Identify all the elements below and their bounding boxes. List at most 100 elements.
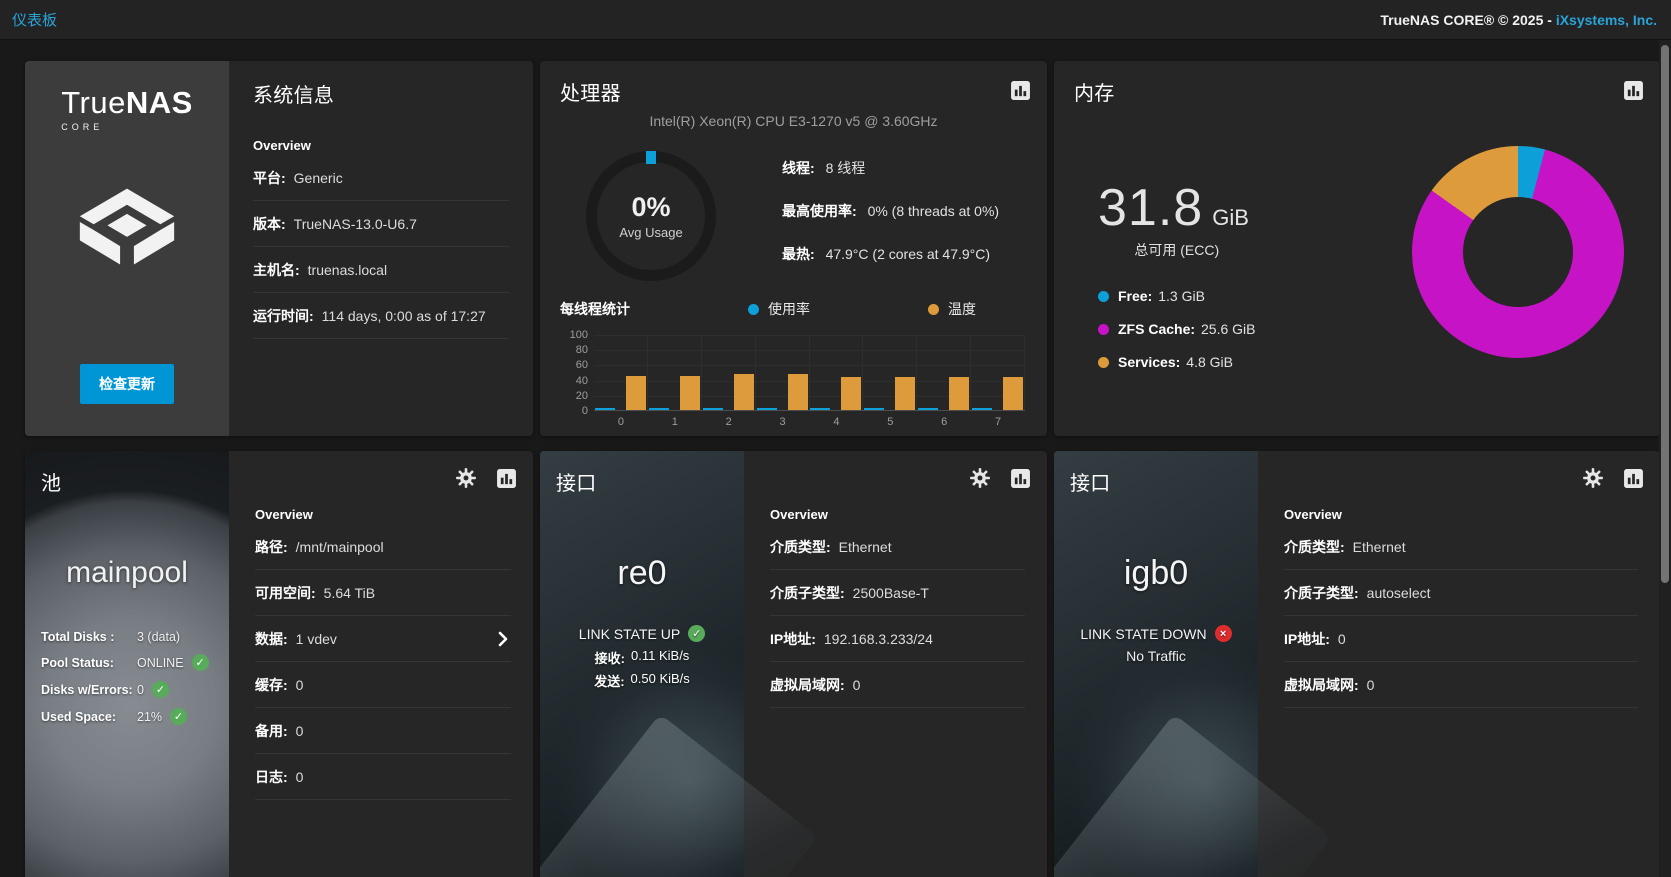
cpu-chart-plot <box>594 335 1025 411</box>
bar-温度-thread-1 <box>679 375 700 410</box>
legend-usage-label: 使用率 <box>768 301 810 317</box>
igb0-name: igb0 <box>1123 554 1189 592</box>
chevron-right-icon[interactable] <box>495 631 511 647</box>
copyright-label: TrueNAS CORE® © 2025 - <box>1380 11 1556 28</box>
thread-0-bars <box>594 335 648 410</box>
pool-row-path: 路径: /mnt/mainpool <box>255 524 511 570</box>
re0-send-row: 发送: 0.50 KiB/s <box>556 671 728 690</box>
field-value: autoselect <box>1366 584 1431 601</box>
pool-row-available-space: 可用空间: 5.64 TiB <box>255 570 511 616</box>
system-info-row-version: 版本: TrueNAS-13.0-U6.7 <box>253 201 509 247</box>
pool-settings-button[interactable] <box>453 465 479 491</box>
truenas-core-logo-icon <box>79 188 175 265</box>
y-axis-tick: 60 <box>575 359 588 372</box>
zfs-cache-dot-icon <box>1098 323 1109 335</box>
re0-chart-button[interactable] <box>1007 465 1033 491</box>
re0-settings-button[interactable] <box>967 465 993 491</box>
igb0-card-title: 接口 <box>1070 473 1111 495</box>
cross-circle-icon: × <box>1214 625 1232 642</box>
stat-value: 21% <box>137 709 163 724</box>
wordmark-nas: NAS <box>125 85 193 120</box>
traffic-label: 接收: <box>594 651 626 666</box>
igb0-chart-button[interactable] <box>1620 465 1646 491</box>
field-value: 192.168.3.233/24 <box>823 630 933 647</box>
pool-row-cache: 缓存: 0 <box>255 662 511 708</box>
top-bar: 仪表板 TrueNAS CORE® © 2025 - iXsystems, In… <box>0 0 1671 40</box>
field-label: 介质子类型: <box>1284 584 1359 601</box>
re0-link-state: LINK STATE UP ✓ <box>556 625 728 642</box>
check-updates-button[interactable]: 检查更新 <box>80 364 174 404</box>
cpu-model-subtitle: Intel(R) Xeon(R) CPU E3-1270 v5 @ 3.60GH… <box>649 113 938 129</box>
legend-label: ZFS Cache: <box>1118 321 1196 337</box>
pool-title: 池 <box>41 473 62 495</box>
cpu-stat-hottest: 最热: 47.9°C (2 cores at 47.9°C) <box>782 244 999 264</box>
cpu-stats: 线程: 8 线程 最高使用率: 0% (8 threads at 0%) 最热:… <box>782 145 999 287</box>
field-value: 0 <box>852 676 861 693</box>
bar-使用率-thread-4 <box>810 408 831 410</box>
pool-chart-button[interactable] <box>493 465 519 491</box>
legend-label: Free: <box>1118 288 1153 304</box>
field-label: 介质子类型: <box>770 584 845 601</box>
memory-total-number: 31.8 <box>1098 179 1204 237</box>
bar-chart-icon <box>1623 468 1643 488</box>
bar-chart-icon <box>496 468 516 488</box>
field-label: 日志: <box>255 768 288 785</box>
stat-label: Disks w/Errors: <box>41 682 133 697</box>
field-label: 主机名: <box>253 261 300 278</box>
igb0-settings-button[interactable] <box>1580 465 1606 491</box>
cpu-stat-threads: 线程: 8 线程 <box>782 158 999 178</box>
dashboard-title-link[interactable]: 仪表板 <box>12 9 57 30</box>
cpu-title: 处理器 <box>560 83 621 105</box>
scrollbar-thumb[interactable] <box>1661 45 1669 583</box>
ixsystems-link[interactable]: iXsystems, Inc. <box>1556 12 1657 28</box>
memory-summary: 31.8 GiB 总可用 (ECC) Free: 1.3 GiB ZFS Cac… <box>1098 132 1256 387</box>
pool-row-data-vdevs[interactable]: 数据: 1 vdev <box>255 616 511 662</box>
gauge-value: 0% <box>631 192 671 222</box>
system-info-row-uptime: 运行时间: 114 days, 0:00 as of 17:27 <box>253 293 509 339</box>
re0-row-media-type: 介质类型: Ethernet <box>770 524 1025 570</box>
traffic-value: 0.50 KiB/s <box>630 671 690 686</box>
link-state-label: LINK STATE DOWN <box>1080 625 1207 642</box>
usage-dot-icon <box>748 303 759 315</box>
re0-card-title: 接口 <box>556 473 597 495</box>
bar-温度-thread-5 <box>895 377 916 410</box>
gauge-ring: 0% Avg Usage <box>586 151 716 281</box>
re0-photo-panel: 接口 re0 LINK STATE UP ✓ 接收: 0.11 KiB/s 发送… <box>540 451 744 877</box>
x-axis-tick: 1 <box>671 416 678 428</box>
free-dot-icon <box>1098 290 1109 302</box>
cpu-chart-button[interactable] <box>1007 77 1033 103</box>
memory-card-header: 内存 <box>1054 61 1660 106</box>
bar-温度-thread-7 <box>1003 377 1024 410</box>
check-circle-icon: ✓ <box>191 654 209 671</box>
stat-value: 47.9°C (2 cores at 47.9°C) <box>825 246 991 262</box>
x-axis-tick: 3 <box>779 416 786 428</box>
pool-stats: Total Disks : 3 (data) Pool Status: ONLI… <box>41 630 213 725</box>
pool-details: Overview 路径: /mnt/mainpool 可用空间: 5.64 Ti… <box>229 451 533 877</box>
thread-1-bars <box>648 335 702 410</box>
memory-total: 31.8 GiB <box>1098 178 1256 238</box>
re0-row-media-subtype: 介质子类型: 2500Base-T <box>770 570 1025 616</box>
thread-5-bars <box>863 335 918 410</box>
pool-row-spare: 备用: 0 <box>255 708 511 754</box>
x-axis-tick: 2 <box>725 416 732 428</box>
re0-card-actions <box>967 465 1033 491</box>
memory-legend-zfs-cache: ZFS Cache: 25.6 GiB <box>1098 321 1256 337</box>
gauge-tick-icon <box>646 151 656 164</box>
stat-label: Pool Status: <box>41 655 114 670</box>
memory-donut-chart <box>1412 146 1624 358</box>
y-axis-tick: 0 <box>581 405 588 417</box>
field-value: 0 <box>295 722 304 739</box>
field-label: 介质类型: <box>1284 538 1345 555</box>
bar-使用率-thread-1 <box>648 408 669 410</box>
scrollbar-track[interactable] <box>1659 40 1671 877</box>
field-label: 数据: <box>255 630 288 647</box>
temperature-dot-icon <box>928 303 939 315</box>
cpu-chart-title: 每线程统计 <box>560 301 630 317</box>
field-label: 备用: <box>255 722 288 739</box>
system-info-overview-label: Overview <box>253 138 311 153</box>
field-label: 平台: <box>253 169 286 186</box>
memory-chart-button[interactable] <box>1620 77 1646 103</box>
thread-7-bars <box>971 335 1025 410</box>
bar-使用率-thread-5 <box>864 408 885 410</box>
stat-value: 3 (data) <box>137 630 181 644</box>
